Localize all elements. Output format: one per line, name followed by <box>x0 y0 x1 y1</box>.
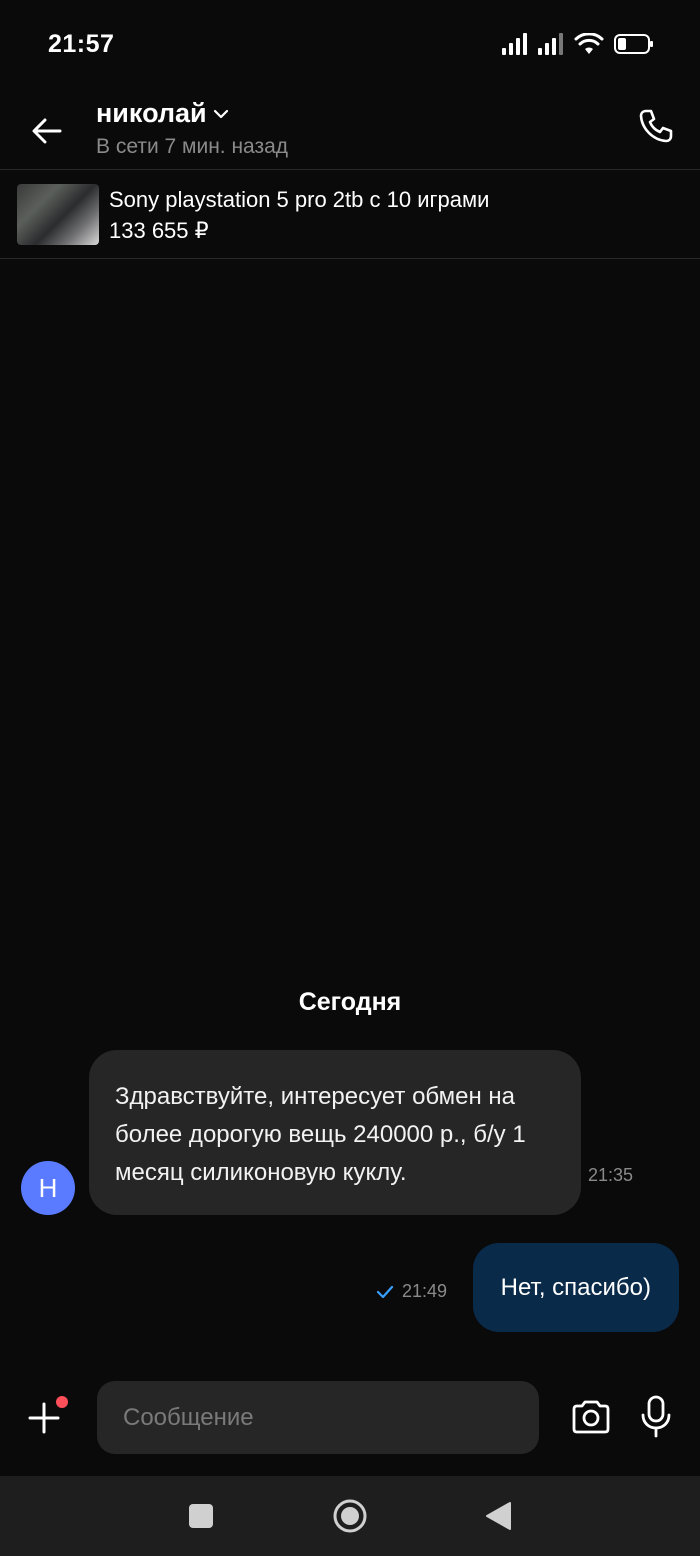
home-button[interactable] <box>332 1498 368 1534</box>
product-thumbnail <box>17 184 99 245</box>
signal-icon <box>538 33 563 55</box>
home-circle-icon <box>333 1499 367 1533</box>
status-bar: 21:57 <box>0 0 700 90</box>
message-time: 21:49 <box>402 1281 448 1301</box>
contact-name: николай <box>96 98 207 128</box>
message-meta: 21:49 <box>376 1281 447 1302</box>
triangle-back-icon <box>486 1502 511 1530</box>
recent-apps-button[interactable] <box>183 1498 219 1534</box>
product-card[interactable]: Sony playstation 5 pro 2tb с 10 играми 1… <box>0 171 700 259</box>
message-input[interactable] <box>97 1381 539 1454</box>
back-button[interactable] <box>26 110 68 152</box>
contact-info[interactable]: николай В сети 7 мин. назад <box>96 98 288 159</box>
date-divider: Сегодня <box>298 988 402 1016</box>
back-nav-button[interactable] <box>480 1498 516 1534</box>
system-nav-bar <box>0 1476 700 1556</box>
contact-status: В сети 7 мин. назад <box>96 135 289 158</box>
microphone-icon <box>641 1395 671 1438</box>
battery-icon <box>614 34 653 54</box>
camera-icon <box>572 1400 610 1434</box>
square-icon <box>189 1504 213 1528</box>
signal-icon <box>502 33 527 55</box>
avatar[interactable]: Н <box>21 1161 75 1215</box>
attach-button[interactable] <box>24 1396 68 1440</box>
phone-icon <box>639 109 673 143</box>
check-icon <box>376 1285 394 1298</box>
message-time: 21:35 <box>588 1165 634 1185</box>
status-icons <box>502 33 654 55</box>
arrow-left-icon <box>32 118 62 144</box>
microphone-button[interactable] <box>638 1394 674 1440</box>
call-button[interactable] <box>636 106 676 146</box>
notification-dot <box>56 1396 68 1408</box>
chevron-down-icon <box>213 109 228 118</box>
product-title: Sony playstation 5 pro 2tb с 10 играми <box>109 187 490 212</box>
product-price: 133 655 ₽ <box>109 218 209 243</box>
status-time: 21:57 <box>48 30 115 58</box>
message-outgoing: 21:49 Нет, спасибо) <box>0 1243 700 1333</box>
message-bubble-outgoing[interactable]: Нет, спасибо) <box>472 1243 679 1332</box>
composer <box>0 1380 700 1455</box>
chat-header: николай В сети 7 мин. назад <box>0 90 700 170</box>
wifi-icon <box>574 33 604 54</box>
camera-button[interactable] <box>570 1396 612 1438</box>
message-incoming: Н Здравствуйте, интересует обмен на боле… <box>0 1050 700 1216</box>
message-bubble-incoming[interactable]: Здравствуйте, интересует обмен на более … <box>89 1050 581 1215</box>
